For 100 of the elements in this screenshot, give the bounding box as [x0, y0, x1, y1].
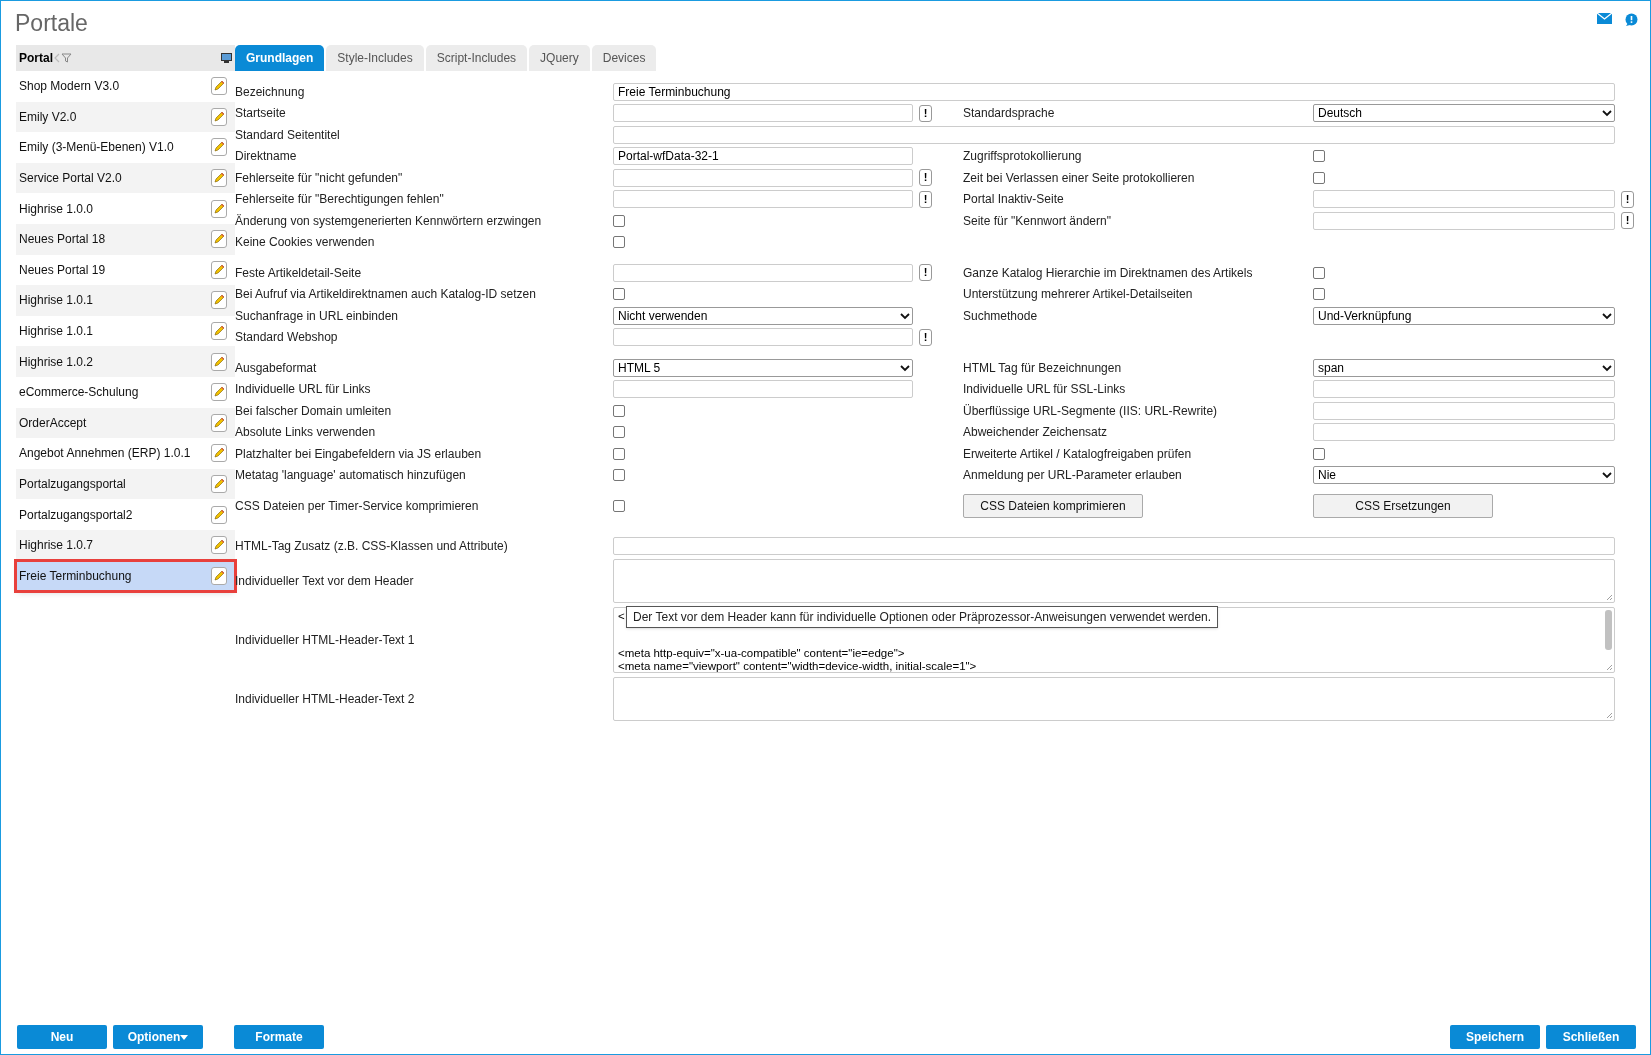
- dropdown[interactable]: Deutsch: [1313, 104, 1615, 123]
- text-field[interactable]: [613, 125, 1615, 144]
- edit-button[interactable]: [211, 413, 227, 432]
- field-label: Standard Seitentitel: [235, 127, 340, 142]
- checkbox[interactable]: [613, 214, 625, 227]
- field-label: Absolute Links verwenden: [235, 425, 376, 440]
- portal-list-item[interactable]: Freie Terminbuchung: [16, 560, 235, 592]
- pencil-icon: [213, 355, 225, 368]
- checkbox[interactable]: [1313, 150, 1325, 163]
- checkbox[interactable]: [1313, 447, 1325, 460]
- edit-button[interactable]: [211, 566, 227, 585]
- edit-button[interactable]: [211, 138, 227, 157]
- checkbox[interactable]: [613, 288, 625, 301]
- chevron-icon: [900, 311, 910, 320]
- pencil-icon: [213, 447, 225, 460]
- portal-list-item[interactable]: Emily V2.0: [16, 101, 235, 133]
- pencil-icon: [213, 110, 225, 123]
- text-field[interactable]: [613, 190, 913, 209]
- field-label: Metatag 'language' automatisch hinzufügen: [235, 468, 466, 483]
- portal-list-item[interactable]: OrderAccept: [16, 407, 235, 439]
- hint-button[interactable]: !: [1621, 190, 1634, 208]
- text-field[interactable]: [613, 168, 913, 187]
- text-field[interactable]: Freie Terminbuchung: [613, 82, 1615, 101]
- edit-button[interactable]: [211, 475, 227, 493]
- edit-button[interactable]: [211, 322, 227, 341]
- monitor-icon[interactable]: [221, 53, 232, 63]
- sort-icon[interactable]: [54, 53, 60, 63]
- hint-button[interactable]: !: [919, 169, 932, 187]
- text-area[interactable]: [613, 606, 1615, 673]
- text-field[interactable]: [613, 104, 913, 123]
- portal-list-item[interactable]: Highrise 1.0.2: [16, 346, 235, 377]
- mail-icon[interactable]: [1597, 13, 1612, 24]
- checkbox[interactable]: [613, 426, 625, 439]
- edit-button[interactable]: [211, 260, 227, 279]
- portal-list-item[interactable]: Highrise 1.0.1: [16, 285, 235, 316]
- action-button[interactable]: CSS Ersetzungen: [1313, 494, 1493, 518]
- dropdown[interactable]: Nie: [1313, 466, 1615, 485]
- dropdown[interactable]: HTML 5: [613, 358, 913, 377]
- tab[interactable]: Style-Includes: [326, 45, 424, 71]
- portal-list-item[interactable]: Neues Portal 18: [16, 223, 235, 255]
- footer-button[interactable]: Formate: [234, 1025, 324, 1049]
- options-button[interactable]: Optionen: [113, 1025, 203, 1049]
- tab[interactable]: Grundlagen: [235, 45, 325, 71]
- checkbox[interactable]: [613, 404, 625, 417]
- edit-button[interactable]: [211, 383, 227, 402]
- dropdown[interactable]: span: [1313, 358, 1615, 377]
- text-field[interactable]: [1313, 190, 1615, 209]
- text-field[interactable]: [1313, 211, 1615, 230]
- field-label: Erweiterte Artikel / Katalogfreigaben prüfen: [963, 446, 1192, 461]
- checkbox[interactable]: [1313, 171, 1325, 184]
- checkbox[interactable]: [613, 469, 625, 482]
- filter-icon[interactable]: [61, 53, 72, 63]
- checkbox[interactable]: [1313, 266, 1325, 279]
- edit-button[interactable]: [211, 444, 227, 463]
- edit-button[interactable]: [211, 291, 227, 310]
- portal-list-item[interactable]: Service Portal V2.0: [16, 162, 235, 194]
- edit-button[interactable]: [211, 199, 227, 218]
- text-field[interactable]: [1313, 423, 1615, 442]
- field-label: Fehlerseite für "Berechtigungen fehlen": [235, 192, 444, 207]
- footer-button[interactable]: Schließen: [1546, 1025, 1636, 1049]
- checkbox[interactable]: [613, 500, 625, 512]
- footer-button[interactable]: Speichern: [1450, 1025, 1540, 1049]
- field-label: CSS Dateien per Timer-Service komprimieren: [235, 499, 479, 513]
- code-line: <: [618, 609, 625, 622]
- edit-button[interactable]: [211, 230, 227, 249]
- hint-button[interactable]: !: [919, 104, 932, 122]
- tab[interactable]: Devices: [591, 45, 657, 71]
- edit-button[interactable]: [211, 505, 227, 524]
- pencil-icon: [213, 539, 225, 552]
- tab[interactable]: JQuery: [529, 45, 590, 71]
- column-title[interactable]: Portal: [19, 49, 53, 67]
- text-field[interactable]: [613, 536, 1615, 555]
- portal-list-item[interactable]: Portalzugangsportal: [16, 468, 235, 500]
- hint-button[interactable]: !: [919, 328, 932, 346]
- action-button[interactable]: CSS Dateien komprimieren: [963, 494, 1143, 518]
- text-field[interactable]: [613, 380, 913, 399]
- pencil-icon: [213, 478, 225, 490]
- edit-button[interactable]: [211, 352, 227, 371]
- text-field[interactable]: [1313, 401, 1615, 420]
- dropdown[interactable]: Und-Verknüpfung: [1313, 306, 1615, 325]
- tab[interactable]: Script-Includes: [425, 45, 528, 71]
- checkbox[interactable]: [613, 236, 625, 249]
- edit-button[interactable]: [211, 536, 227, 555]
- hint-button[interactable]: !: [919, 264, 932, 282]
- help-icon[interactable]: [1624, 13, 1638, 27]
- text-field[interactable]: [1313, 380, 1615, 399]
- field-label: Überflüssige URL-Segmente (IIS: URL-Rewrite): [963, 403, 1218, 418]
- edit-button[interactable]: [211, 169, 227, 188]
- text-field[interactable]: [613, 263, 913, 282]
- hint-button[interactable]: !: [1621, 212, 1634, 230]
- checkbox[interactable]: [1313, 288, 1325, 301]
- text-field[interactable]: [613, 328, 913, 347]
- text-field[interactable]: Portal-wfData-32-1: [613, 147, 913, 166]
- footer-button[interactable]: Neu: [17, 1025, 107, 1049]
- edit-button[interactable]: [211, 107, 227, 126]
- field-label: Zeit bei Verlassen einer Seite protokollieren: [963, 170, 1195, 185]
- hint-button[interactable]: !: [919, 190, 932, 208]
- dropdown[interactable]: Nicht verwenden: [613, 306, 913, 325]
- checkbox[interactable]: [613, 447, 625, 460]
- edit-button[interactable]: [211, 77, 227, 96]
